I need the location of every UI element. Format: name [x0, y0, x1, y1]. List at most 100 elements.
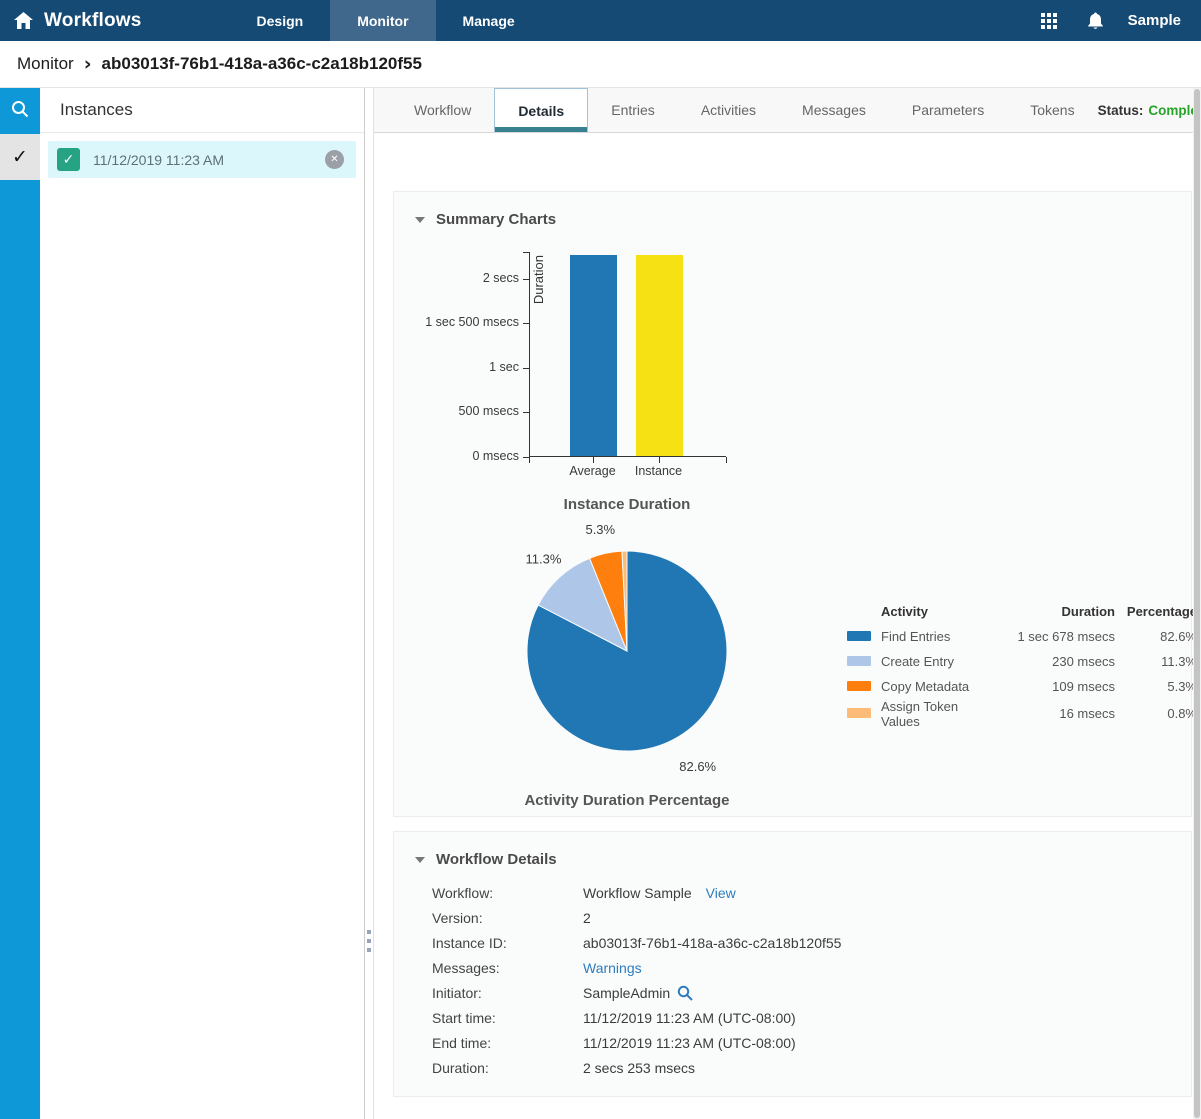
detail-value-text: 11/12/2019 11:23 AM (UTC-08:00): [583, 1035, 796, 1051]
status-badge: Status: Completed: [1098, 88, 1201, 132]
detail-value-text: ab03013f-76b1-418a-a36c-c2a18b120f55: [583, 935, 841, 951]
detail-value: ab03013f-76b1-418a-a36c-c2a18b120f55: [583, 935, 841, 951]
y-tick-mark: [523, 279, 529, 280]
legend-row-find-entries: Find Entries1 sec 678 msecs82.6%: [847, 624, 1197, 649]
checkmark-icon: ✓: [12, 146, 28, 168]
pie-slice-label: 11.3%: [526, 551, 562, 566]
x-tick-mark: [659, 457, 660, 463]
legend-header-duration: Duration: [985, 604, 1115, 619]
summary-charts-header[interactable]: Summary Charts: [394, 192, 1191, 228]
notifications-bell-icon[interactable]: [1087, 12, 1104, 30]
detail-row-instance-id: Instance ID:ab03013f-76b1-418a-a36c-c2a1…: [394, 930, 1191, 955]
instance-duration-bar-chart: Duration 0 msecs500 msecs1 sec1 sec 500 …: [407, 252, 847, 484]
detail-label: Instance ID:: [432, 935, 583, 951]
legend-row-create-entry: Create Entry230 msecs11.3%: [847, 649, 1197, 674]
left-toolbar-rail: ✓: [0, 88, 40, 1119]
app-grid-icon[interactable]: [1041, 13, 1057, 29]
tab-entries[interactable]: Entries: [588, 88, 678, 132]
tab-tokens[interactable]: Tokens: [1007, 88, 1097, 132]
detail-row-initiator: Initiator:SampleAdmin: [394, 980, 1191, 1005]
x-axis-end-tick: [529, 457, 530, 463]
breadcrumb-section[interactable]: Monitor: [17, 54, 74, 74]
nav-item-monitor[interactable]: Monitor: [330, 0, 435, 41]
app-title: Workflows: [44, 10, 142, 32]
legend-header-row: ActivityDurationPercentage: [847, 599, 1197, 624]
workflow-details-fields: Workflow:Workflow SampleViewVersion:2Ins…: [394, 880, 1191, 1080]
tab-parameters[interactable]: Parameters: [889, 88, 1007, 132]
x-axis-end-tick: [726, 457, 727, 463]
completed-filter-button[interactable]: ✓: [0, 134, 40, 180]
detail-value-text: 2 secs 253 msecs: [583, 1060, 695, 1076]
detail-row-messages: Messages:Warnings: [394, 955, 1191, 980]
scrollbar-thumb[interactable]: [1194, 89, 1200, 1118]
home-icon[interactable]: [14, 12, 33, 29]
pie-legend-table: ActivityDurationPercentageFind Entries1 …: [847, 599, 1197, 724]
tab-messages[interactable]: Messages: [779, 88, 889, 132]
detail-value: 2 secs 253 msecs: [583, 1060, 695, 1076]
collapse-caret-icon: [415, 857, 425, 863]
splitter-handle-icon[interactable]: [367, 930, 371, 957]
nav-item-design[interactable]: Design: [230, 0, 331, 41]
legend-activity-name: Assign Token Values: [881, 699, 985, 729]
view-link[interactable]: View: [706, 885, 736, 901]
detail-value: 2: [583, 910, 591, 926]
legend-header-activity: Activity: [881, 604, 985, 619]
search-tool-button[interactable]: [0, 88, 40, 134]
legend-swatch-create-entry: [847, 656, 871, 666]
panel-splitter[interactable]: [365, 88, 374, 1119]
detail-value: Warnings: [583, 960, 642, 976]
legend-header-percentage: Percentage: [1115, 604, 1197, 619]
legend-percentage: 5.3%: [1115, 679, 1197, 694]
initiator-search-icon[interactable]: [677, 985, 693, 1001]
y-tick-mark: [523, 368, 529, 369]
user-menu[interactable]: Sample: [1128, 12, 1181, 29]
legend-swatch-cell: [847, 679, 881, 694]
detail-row-workflow: Workflow:Workflow SampleView: [394, 880, 1191, 905]
y-tick-label: 1 sec 500 msecs: [407, 315, 519, 329]
tab-details[interactable]: Details: [494, 88, 588, 132]
legend-duration: 1 sec 678 msecs: [985, 629, 1115, 644]
detail-value-text: 2: [583, 910, 591, 926]
instance-list-item[interactable]: ✓ 11/12/2019 11:23 AM ✕: [48, 141, 356, 178]
legend-activity-name: Copy Metadata: [881, 679, 985, 694]
detail-row-version: Version:2: [394, 905, 1191, 930]
breadcrumb-instance-id: ab03013f-76b1-418a-a36c-c2a18b120f55: [102, 54, 422, 74]
x-tick-mark: [593, 457, 594, 463]
legend-swatch-cell: [847, 629, 881, 644]
primary-nav: Design Monitor Manage: [230, 0, 542, 41]
pie-slice-label: 82.6%: [679, 759, 716, 774]
legend-swatch-copy-metadata: [847, 681, 871, 691]
legend-percentage: 0.8%: [1115, 706, 1197, 721]
legend-activity-name: Find Entries: [881, 629, 985, 644]
detail-value: Workflow Sample View: [583, 885, 736, 901]
legend-duration: 109 msecs: [985, 679, 1115, 694]
tab-workflow[interactable]: Workflow: [391, 88, 494, 132]
workflow-details-title: Workflow Details: [436, 851, 557, 868]
legend-duration: 230 msecs: [985, 654, 1115, 669]
breadcrumb-separator-icon: ›: [84, 53, 92, 75]
detail-tab-bar: Workflow Details Entries Activities Mess…: [374, 88, 1201, 133]
tab-activities[interactable]: Activities: [678, 88, 779, 132]
instances-panel-title: Instances: [40, 88, 364, 133]
vertical-scrollbar: [1193, 88, 1201, 1119]
summary-charts-panel: Summary Charts Duration 0 msecs500 msecs…: [393, 191, 1192, 817]
workflow-details-header[interactable]: Workflow Details: [394, 832, 1191, 868]
pie-chart-title: Activity Duration Percentage: [407, 792, 847, 809]
warnings-link[interactable]: Warnings: [583, 960, 642, 976]
instance-timestamp: 11/12/2019 11:23 AM: [93, 152, 224, 168]
detail-value: 11/12/2019 11:23 AM (UTC-08:00): [583, 1035, 796, 1051]
legend-activity-name: Create Entry: [881, 654, 985, 669]
detail-value-text: SampleAdmin: [583, 985, 670, 1001]
remove-instance-icon[interactable]: ✕: [325, 150, 344, 169]
instance-checkbox[interactable]: ✓: [57, 148, 80, 171]
bar-chart-plot-area: [529, 252, 726, 457]
x-label-instance: Instance: [619, 464, 699, 478]
y-tick-mark: [523, 412, 529, 413]
detail-row-start-time: Start time:11/12/2019 11:23 AM (UTC-08:0…: [394, 1005, 1191, 1030]
nav-item-manage[interactable]: Manage: [436, 0, 542, 41]
details-content: Summary Charts Duration 0 msecs500 msecs…: [374, 133, 1201, 1119]
detail-value-text: Workflow Sample: [583, 885, 692, 901]
detail-value-text: 11/12/2019 11:23 AM (UTC-08:00): [583, 1010, 796, 1026]
bar-chart-title: Instance Duration: [407, 496, 847, 513]
summary-charts-title: Summary Charts: [436, 211, 556, 228]
